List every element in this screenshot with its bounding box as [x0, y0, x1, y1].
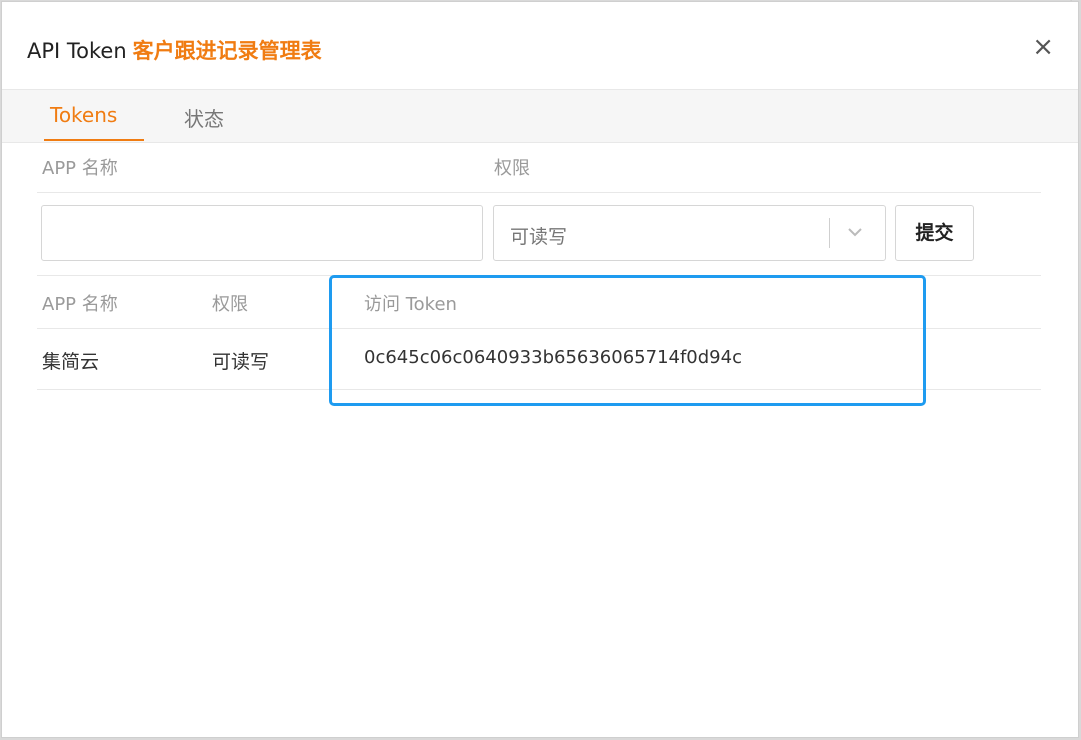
tab-tokens[interactable]: Tokens	[50, 103, 117, 127]
submit-button[interactable]: 提交	[895, 205, 974, 261]
column-access-token: 访问 Token	[364, 294, 457, 315]
add-token-form: 可读写 提交	[37, 193, 1041, 276]
app-name-input[interactable]	[41, 205, 483, 261]
column-permission: 权限	[212, 294, 248, 315]
select-separator	[829, 218, 830, 248]
permission-select-value: 可读写	[510, 226, 568, 248]
token-redaction-blur	[773, 341, 863, 377]
close-icon[interactable]: ×	[1032, 34, 1054, 60]
dialog-header: API Token 客户跟进记录管理表 ×	[2, 2, 1078, 90]
dialog-title-prefix: API Token	[27, 39, 127, 63]
dialog-title: API Token 客户跟进记录管理表	[27, 35, 322, 65]
tab-status[interactable]: 状态	[184, 103, 224, 132]
row-app-name: 集简云	[42, 351, 100, 373]
row-permission: 可读写	[212, 351, 270, 373]
table-row: 集简云 可读写 0c645c06c0640933b65636065714f0d9…	[37, 329, 1041, 390]
column-app-name: APP 名称	[42, 294, 118, 315]
tokens-table-header: APP 名称 权限 访问 Token	[37, 276, 1041, 329]
chevron-down-icon[interactable]	[847, 224, 863, 240]
permission-select[interactable]: 可读写	[493, 205, 886, 261]
form-header: APP 名称 权限	[37, 140, 1041, 193]
tab-bar: Tokens 状态	[2, 90, 1078, 143]
dialog-title-app-name: 客户跟进记录管理表	[132, 39, 322, 63]
permission-label: 权限	[494, 158, 530, 179]
row-access-token[interactable]: 0c645c06c0640933b65636065714f0d94c	[364, 347, 742, 368]
app-name-label: APP 名称	[42, 158, 118, 179]
